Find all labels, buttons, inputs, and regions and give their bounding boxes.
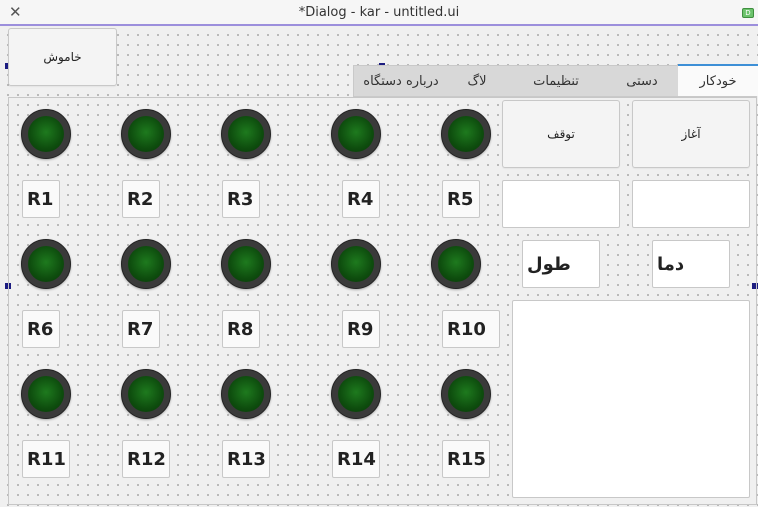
relay-label-2: R2	[122, 180, 160, 218]
relay-led-10	[431, 239, 481, 289]
relay-led-13	[221, 369, 271, 419]
tab-log[interactable]: لاگ	[448, 66, 506, 96]
tab-settings[interactable]: تنظیمات	[506, 66, 606, 96]
log-text-area[interactable]	[512, 300, 750, 498]
relay-led-2	[121, 109, 171, 159]
tab-bar: درباره دستگاه لاگ تنظیمات دستی خودکار	[353, 64, 758, 97]
relay-label-9: R9	[342, 310, 380, 348]
relay-led-3	[221, 109, 271, 159]
relay-led-6	[21, 239, 71, 289]
title-bar: ✕ *Dialog - kar - untitled.ui D	[0, 0, 758, 26]
relay-label-15: R15	[442, 440, 490, 478]
relay-label-11: R11	[22, 440, 70, 478]
relay-label-1: R1	[22, 180, 60, 218]
relay-label-5: R5	[442, 180, 480, 218]
relay-led-11	[21, 369, 71, 419]
relay-led-14	[331, 369, 381, 419]
relay-led-4	[331, 109, 381, 159]
relay-led-12	[121, 369, 171, 419]
tab-manual[interactable]: دستی	[606, 66, 678, 96]
relay-label-13: R13	[222, 440, 270, 478]
relay-led-9	[331, 239, 381, 289]
relay-label-10: R10	[442, 310, 500, 348]
relay-label-6: R6	[22, 310, 60, 348]
off-button[interactable]: خاموش	[8, 28, 117, 86]
relay-label-14: R14	[332, 440, 380, 478]
relay-label-12: R12	[122, 440, 170, 478]
relay-led-8	[221, 239, 271, 289]
relay-led-5	[441, 109, 491, 159]
relay-label-3: R3	[222, 180, 260, 218]
start-button[interactable]: آغاز	[632, 100, 750, 168]
tab-about-device[interactable]: درباره دستگاه	[354, 66, 448, 96]
relay-label-8: R8	[222, 310, 260, 348]
relay-led-7	[121, 239, 171, 289]
designer-badge-icon: D	[742, 8, 754, 18]
relay-led-1	[21, 109, 71, 159]
stop-button[interactable]: توقف	[502, 100, 620, 168]
relay-led-15	[441, 369, 491, 419]
temp-label: دما	[652, 240, 730, 288]
window-title: *Dialog - kar - untitled.ui	[298, 5, 460, 20]
relay-label-4: R4	[342, 180, 380, 218]
temp-display[interactable]	[632, 180, 750, 228]
length-display[interactable]	[502, 180, 620, 228]
length-label: طول	[522, 240, 600, 288]
relay-label-7: R7	[122, 310, 160, 348]
tab-auto[interactable]: خودکار	[678, 64, 758, 96]
